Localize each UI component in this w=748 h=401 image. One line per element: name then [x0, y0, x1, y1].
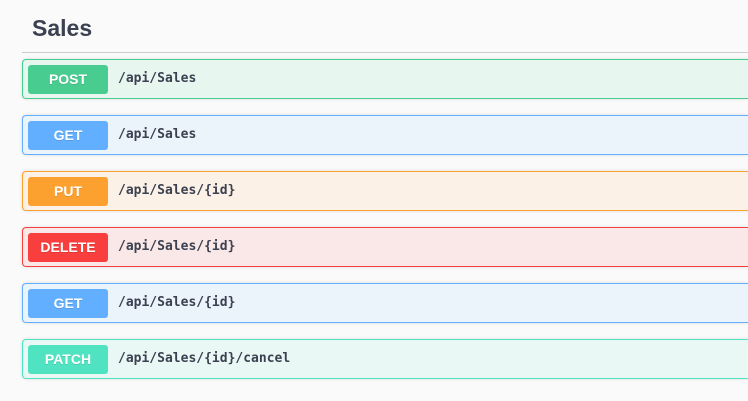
- method-badge-delete: DELETE: [28, 233, 108, 262]
- operation-path: /api/Sales: [118, 127, 197, 142]
- operation-put-sales-id[interactable]: PUT /api/Sales/{id}: [22, 171, 748, 211]
- operation-path: /api/Sales/{id}: [118, 183, 236, 198]
- sales-section: Sales: [22, 0, 748, 53]
- operation-path: /api/Sales: [118, 71, 197, 86]
- operation-delete-sales-id[interactable]: DELETE /api/Sales/{id}: [22, 227, 748, 267]
- operation-patch-sales-id-cancel[interactable]: PATCH /api/Sales/{id}/cancel: [22, 339, 748, 379]
- section-title[interactable]: Sales: [32, 15, 92, 42]
- method-badge-post: POST: [28, 65, 108, 94]
- operations-list: POST /api/Sales GET /api/Sales PUT /api/…: [22, 59, 748, 395]
- operation-get-sales-id[interactable]: GET /api/Sales/{id}: [22, 283, 748, 323]
- section-header[interactable]: Sales: [22, 0, 748, 53]
- operation-path: /api/Sales/{id}: [118, 239, 236, 254]
- operation-path: /api/Sales/{id}/cancel: [118, 351, 291, 366]
- method-badge-patch: PATCH: [28, 345, 108, 374]
- method-badge-get: GET: [28, 289, 108, 318]
- operation-path: /api/Sales/{id}: [118, 295, 236, 310]
- operation-get-sales[interactable]: GET /api/Sales: [22, 115, 748, 155]
- method-badge-put: PUT: [28, 177, 108, 206]
- operation-post-sales[interactable]: POST /api/Sales: [22, 59, 748, 99]
- method-badge-get: GET: [28, 121, 108, 150]
